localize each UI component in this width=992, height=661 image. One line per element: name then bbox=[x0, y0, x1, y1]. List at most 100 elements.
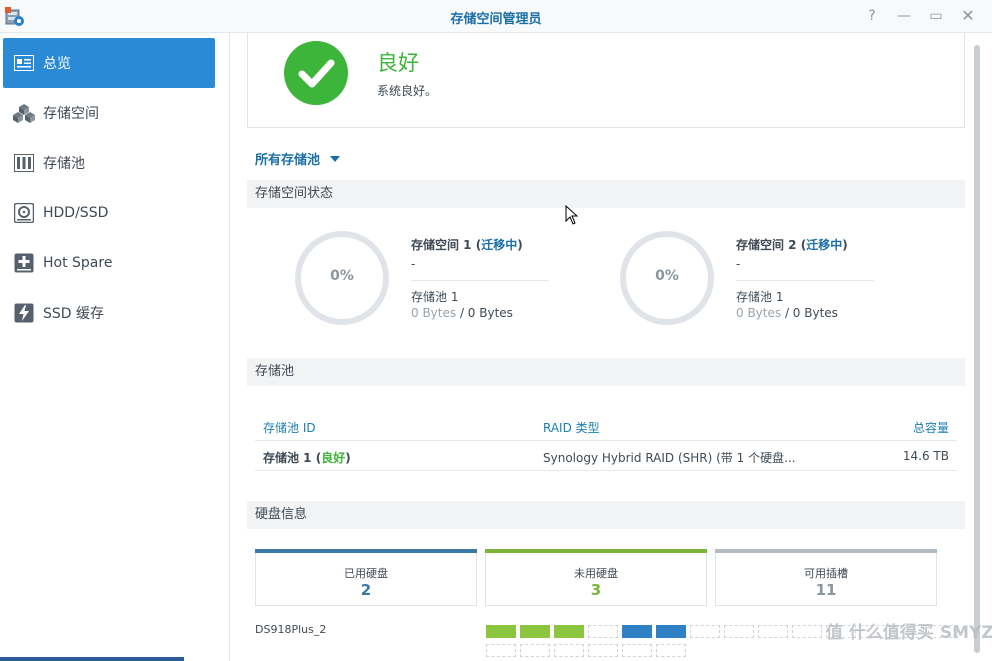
nas-device-name: DS918Plus_2 bbox=[255, 623, 327, 636]
volume-used: 0 Bytes bbox=[411, 306, 457, 320]
sidebar-bottom-bar bbox=[0, 657, 184, 661]
divider bbox=[736, 280, 874, 281]
used-disks-card: 已用硬盘 2 bbox=[255, 549, 477, 606]
capacity-cell: 14.6 TB bbox=[902, 449, 949, 463]
raid-type-cell: Synology Hybrid RAID (SHR) (带 1 个硬盘... bbox=[543, 451, 796, 465]
card-value: 11 bbox=[815, 581, 837, 599]
caret-down-icon bbox=[330, 155, 341, 162]
sidebar-item-hdd-ssd[interactable]: HDD/SSD bbox=[3, 188, 215, 238]
disk-slot-free[interactable] bbox=[554, 644, 584, 657]
window-title: 存储空间管理员 bbox=[450, 12, 542, 27]
volume-size: 0 Bytes / 0 Bytes bbox=[411, 306, 513, 320]
close-button[interactable]: ✕ bbox=[958, 6, 978, 26]
volume-state[interactable]: 迁移中 bbox=[481, 238, 517, 252]
pool-filter-dropdown[interactable]: 所有存储池 bbox=[255, 149, 341, 168]
column-header-raid-type[interactable]: RAID 类型 bbox=[543, 419, 600, 436]
health-status: 良好 bbox=[377, 51, 419, 75]
minimize-button[interactable]: — bbox=[894, 6, 914, 26]
divider bbox=[411, 280, 549, 281]
watermark: 值 什么值得买 SMYZ.NET bbox=[826, 623, 992, 643]
pool-id-cell: 存储池 1 (良好) bbox=[263, 451, 351, 465]
disk-slot-free[interactable] bbox=[588, 625, 618, 638]
usage-percent: 0% bbox=[330, 268, 354, 284]
disk-slot-free[interactable] bbox=[588, 644, 618, 657]
disk-slot-free[interactable] bbox=[690, 625, 720, 638]
disk-slot-free[interactable] bbox=[622, 644, 652, 657]
disk-slot-free[interactable] bbox=[486, 644, 516, 657]
storage-pool-icon bbox=[13, 152, 35, 174]
sidebar-item-overview[interactable]: 总览 bbox=[3, 38, 215, 88]
health-description: 系统良好。 bbox=[377, 84, 438, 98]
disk-slot-free[interactable] bbox=[656, 644, 686, 657]
disk-slot-free[interactable] bbox=[724, 625, 754, 638]
health-card: 良好 系统良好。 bbox=[247, 33, 965, 128]
disk-slot-free[interactable] bbox=[792, 625, 822, 638]
card-label: 未用硬盘 bbox=[574, 567, 618, 580]
hot-spare-icon bbox=[13, 252, 35, 274]
sidebar-item-label: HDD/SSD bbox=[43, 205, 109, 221]
vertical-scrollbar[interactable] bbox=[972, 33, 992, 661]
volume-card: 0% 存储空间 1 (迁移中) - 存储池 1 0 Bytes / 0 Byte… bbox=[295, 231, 595, 331]
card-accent-bar bbox=[485, 549, 707, 553]
volume-status-heading: 存储空间状态 bbox=[247, 180, 965, 208]
volume-pool: 存储池 1 bbox=[411, 290, 459, 304]
sidebar-item-label: 总览 bbox=[43, 56, 71, 72]
card-value: 3 bbox=[590, 581, 602, 599]
sidebar-item-label: SSD 缓存 bbox=[43, 306, 105, 322]
disk-info-heading: 硬盘信息 bbox=[247, 501, 965, 529]
usage-percent: 0% bbox=[655, 268, 679, 284]
pool-filter-label: 所有存储池 bbox=[255, 153, 321, 168]
sidebar-item-storage-pool[interactable]: 存储池 bbox=[3, 138, 215, 188]
unused-disks-card: 未用硬盘 3 bbox=[485, 549, 707, 606]
maximize-button[interactable]: ▭ bbox=[926, 6, 946, 26]
title-bar: 存储空间管理员 ? — ▭ ✕ bbox=[0, 0, 992, 33]
disk-slot-free[interactable] bbox=[758, 625, 788, 638]
overview-icon bbox=[13, 52, 35, 74]
card-accent-bar bbox=[255, 549, 477, 553]
main-panel: 良好 系统良好。 所有存储池 存储空间状态 0% 存储空间 1 (迁移中) - … bbox=[231, 33, 972, 661]
disk-slot-unused[interactable] bbox=[486, 625, 516, 638]
help-button[interactable]: ? bbox=[862, 6, 882, 26]
scrollbar-thumb[interactable] bbox=[974, 45, 980, 653]
sidebar-item-volume[interactable]: 存储空间 bbox=[3, 88, 215, 138]
volume-size: 0 Bytes / 0 Bytes bbox=[736, 306, 838, 320]
table-row[interactable]: 存储池 1 (良好) Synology Hybrid RAID (SHR) (带… bbox=[255, 441, 957, 471]
volume-name-text: 存储空间 2 bbox=[736, 238, 797, 252]
hdd-icon bbox=[13, 202, 35, 224]
volume-dash: - bbox=[411, 257, 416, 271]
volume-total: / 0 Bytes bbox=[459, 306, 513, 320]
sidebar-item-hot-spare[interactable]: Hot Spare bbox=[3, 238, 215, 288]
column-header-pool-id[interactable]: 存储池 ID bbox=[263, 419, 316, 436]
available-slots-card: 可用插槽 11 bbox=[715, 549, 937, 606]
disk-slot-unused[interactable] bbox=[520, 625, 550, 638]
disk-slot-used[interactable] bbox=[622, 625, 652, 638]
volume-pool: 存储池 1 bbox=[736, 290, 784, 304]
volume-name: 存储空间 2 (迁移中) bbox=[736, 238, 848, 252]
disk-slot-used[interactable] bbox=[656, 625, 686, 638]
sidebar: 总览 存储空间 存储池 HDD/SSD Hot Spare SSD 缓存 bbox=[0, 33, 230, 661]
pool-table-header: 存储池 ID RAID 类型 总容量 bbox=[255, 411, 957, 441]
card-label: 可用插槽 bbox=[804, 567, 848, 580]
pool-status: 良好 bbox=[321, 451, 346, 465]
volume-state[interactable]: 迁移中 bbox=[806, 238, 842, 252]
volume-name-text: 存储空间 1 bbox=[411, 238, 472, 252]
sidebar-item-ssd-cache[interactable]: SSD 缓存 bbox=[3, 288, 215, 338]
ssd-cache-icon bbox=[13, 302, 35, 324]
sidebar-item-label: 存储池 bbox=[43, 156, 85, 172]
column-header-capacity[interactable]: 总容量 bbox=[913, 419, 949, 436]
storage-pool-heading: 存储池 bbox=[247, 358, 965, 386]
sidebar-item-label: Hot Spare bbox=[43, 255, 113, 271]
disk-slot-unused[interactable] bbox=[554, 625, 584, 638]
volume-dash: - bbox=[736, 257, 741, 271]
volume-card: 0% 存储空间 2 (迁移中) - 存储池 1 0 Bytes / 0 Byte… bbox=[620, 231, 920, 331]
volume-total: / 0 Bytes bbox=[784, 306, 838, 320]
card-label: 已用硬盘 bbox=[344, 567, 388, 580]
disk-slot-free[interactable] bbox=[520, 644, 550, 657]
volume-name: 存储空间 1 (迁移中) bbox=[411, 238, 523, 252]
card-value: 2 bbox=[360, 581, 372, 599]
sidebar-item-label: 存储空间 bbox=[43, 106, 99, 122]
card-accent-bar bbox=[715, 549, 937, 553]
pool-id: 存储池 1 bbox=[263, 451, 312, 465]
check-icon bbox=[284, 41, 348, 105]
volume-cubes-icon bbox=[13, 102, 35, 124]
